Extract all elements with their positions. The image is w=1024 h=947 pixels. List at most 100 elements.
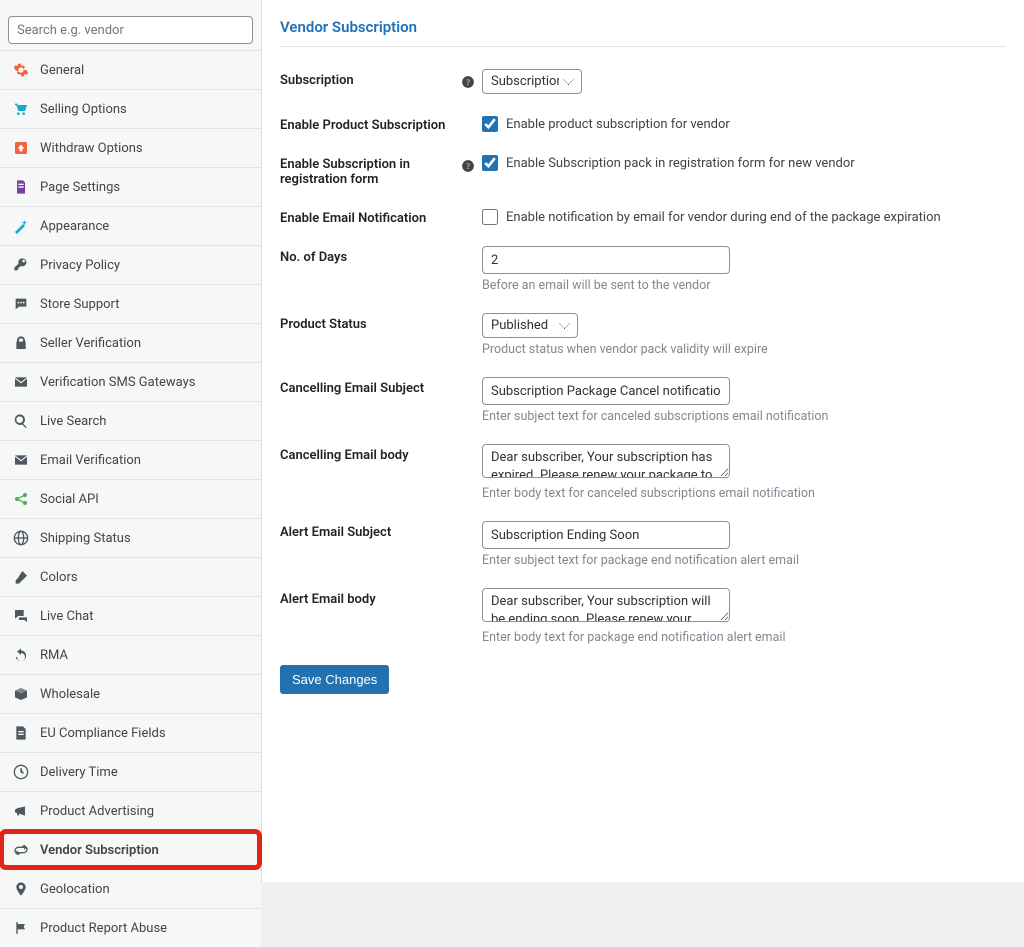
sidebar-item-label: Vendor Subscription [40, 843, 249, 858]
sidebar-item-label: Live Search [40, 414, 249, 429]
settings-content: Vendor Subscription Subscription ? Subsc… [262, 0, 1024, 882]
sidebar-item-seller-verification[interactable]: Seller Verification [0, 323, 261, 362]
globe-icon [12, 529, 30, 547]
sidebar-item-label: Colors [40, 570, 249, 585]
sidebar-item-delivery-time[interactable]: Delivery Time [0, 752, 261, 791]
sidebar-search [0, 10, 261, 50]
sidebar-item-appearance[interactable]: Appearance [0, 206, 261, 245]
product-status-select[interactable]: Published [482, 313, 578, 338]
sidebar-item-live-chat[interactable]: Live Chat [0, 596, 261, 635]
sidebar-item-wholesale[interactable]: Wholesale [0, 674, 261, 713]
pin-icon [12, 880, 30, 898]
sidebar-item-label: Privacy Policy [40, 258, 249, 273]
sidebar-item-geolocation[interactable]: Geolocation [0, 869, 261, 908]
share-icon [12, 490, 30, 508]
lock-icon [12, 334, 30, 352]
enable-email-notif-text: Enable notification by email for vendor … [506, 210, 941, 225]
sidebar-item-email-verification[interactable]: Email Verification [0, 440, 261, 479]
sidebar-item-label: Store Support [40, 297, 249, 312]
cancel-body-textarea[interactable]: Dear subscriber, Your subscription has e… [482, 444, 730, 478]
enable-email-notif-checkbox[interactable] [482, 209, 498, 225]
brush-icon [12, 568, 30, 586]
alert-body-label: Alert Email body [280, 588, 460, 607]
sidebar-item-rma[interactable]: RMA [0, 635, 261, 674]
chat-icon [12, 295, 30, 313]
doc-icon [12, 724, 30, 742]
loop-icon [12, 841, 30, 859]
sidebar-item-social-api[interactable]: Social API [0, 479, 261, 518]
cancel-subject-label: Cancelling Email Subject [280, 377, 460, 396]
alert-subject-label: Alert Email Subject [280, 521, 460, 540]
clock-icon [12, 763, 30, 781]
enable-email-notif-label: Enable Email Notification [280, 207, 460, 226]
subscription-select[interactable]: Subscriptions [482, 69, 582, 94]
sidebar-item-label: Page Settings [40, 180, 249, 195]
sidebar-item-label: Product Advertising [40, 804, 249, 819]
sidebar-item-label: Social API [40, 492, 249, 507]
no-of-days-hint: Before an email will be sent to the vend… [482, 278, 1006, 293]
sidebar-item-label: Shipping Status [40, 531, 249, 546]
help-icon[interactable]: ? [460, 153, 476, 173]
sidebar-item-label: Product Report Abuse [40, 921, 249, 936]
alert-body-textarea[interactable]: Dear subscriber, Your subscription will … [482, 588, 730, 622]
sidebar-item-product-report-abuse[interactable]: Product Report Abuse [0, 908, 261, 947]
mail-icon [12, 373, 30, 391]
sidebar-item-colors[interactable]: Colors [0, 557, 261, 596]
sidebar-item-label: Selling Options [40, 102, 249, 117]
sidebar-item-page-settings[interactable]: Page Settings [0, 167, 261, 206]
sidebar-item-label: Geolocation [40, 882, 249, 897]
magic-icon [12, 217, 30, 235]
sidebar-item-label: Delivery Time [40, 765, 249, 780]
search-icon [12, 412, 30, 430]
sidebar-item-label: Live Chat [40, 609, 249, 624]
sidebar-item-privacy-policy[interactable]: Privacy Policy [0, 245, 261, 284]
sidebar-item-label: Wholesale [40, 687, 249, 702]
flag-icon [12, 919, 30, 937]
enable-reg-label: Enable Subscription in registration form [280, 153, 460, 187]
enable-product-sub-text: Enable product subscription for vendor [506, 117, 730, 132]
cancel-body-hint: Enter body text for canceled subscriptio… [482, 486, 1006, 501]
product-status-label: Product Status [280, 313, 460, 332]
sidebar-item-product-advertising[interactable]: Product Advertising [0, 791, 261, 830]
gear-icon [12, 61, 30, 79]
alert-subject-input[interactable] [482, 521, 730, 549]
no-of-days-label: No. of Days [280, 246, 460, 265]
alert-body-hint: Enter body text for package end notifica… [482, 630, 1006, 645]
sidebar-item-general[interactable]: General [0, 50, 261, 89]
no-of-days-input[interactable] [482, 246, 730, 274]
sidebar-item-verification-sms-gateways[interactable]: Verification SMS Gateways [0, 362, 261, 401]
settings-sidebar: General Selling Options Withdraw Options Pa… [0, 0, 262, 882]
up-icon [12, 139, 30, 157]
sidebar-item-withdraw-options[interactable]: Withdraw Options [0, 128, 261, 167]
sidebar-item-label: Appearance [40, 219, 249, 234]
megaphone-icon [12, 802, 30, 820]
sidebar-item-label: RMA [40, 648, 249, 663]
sidebar-item-live-search[interactable]: Live Search [0, 401, 261, 440]
save-changes-button[interactable]: Save Changes [280, 665, 389, 694]
help-icon[interactable]: ? [460, 69, 476, 89]
sidebar-item-shipping-status[interactable]: Shipping Status [0, 518, 261, 557]
enable-product-sub-label: Enable Product Subscription [280, 114, 460, 133]
sidebar-item-label: Seller Verification [40, 336, 249, 351]
sidebar-item-vendor-subscription[interactable]: Vendor Subscription [0, 830, 261, 869]
sidebar-item-store-support[interactable]: Store Support [0, 284, 261, 323]
sidebar-item-label: Verification SMS Gateways [40, 375, 249, 390]
cart-icon [12, 100, 30, 118]
enable-reg-checkbox[interactable] [482, 155, 498, 171]
page-title: Vendor Subscription [280, 18, 1006, 47]
svg-text:?: ? [466, 78, 470, 87]
subscription-label: Subscription [280, 69, 460, 88]
cancel-subject-input[interactable] [482, 377, 730, 405]
cancel-subject-hint: Enter subject text for canceled subscrip… [482, 409, 1006, 424]
mail-icon [12, 451, 30, 469]
chats-icon [12, 607, 30, 625]
sidebar-item-selling-options[interactable]: Selling Options [0, 89, 261, 128]
product-status-hint: Product status when vendor pack validity… [482, 342, 1006, 357]
sidebar-item-eu-compliance-fields[interactable]: EU Compliance Fields [0, 713, 261, 752]
sidebar-search-input[interactable] [8, 16, 253, 44]
box-icon [12, 685, 30, 703]
key-icon [12, 256, 30, 274]
sidebar-item-label: EU Compliance Fields [40, 726, 249, 741]
page-icon [12, 178, 30, 196]
enable-product-sub-checkbox[interactable] [482, 116, 498, 132]
